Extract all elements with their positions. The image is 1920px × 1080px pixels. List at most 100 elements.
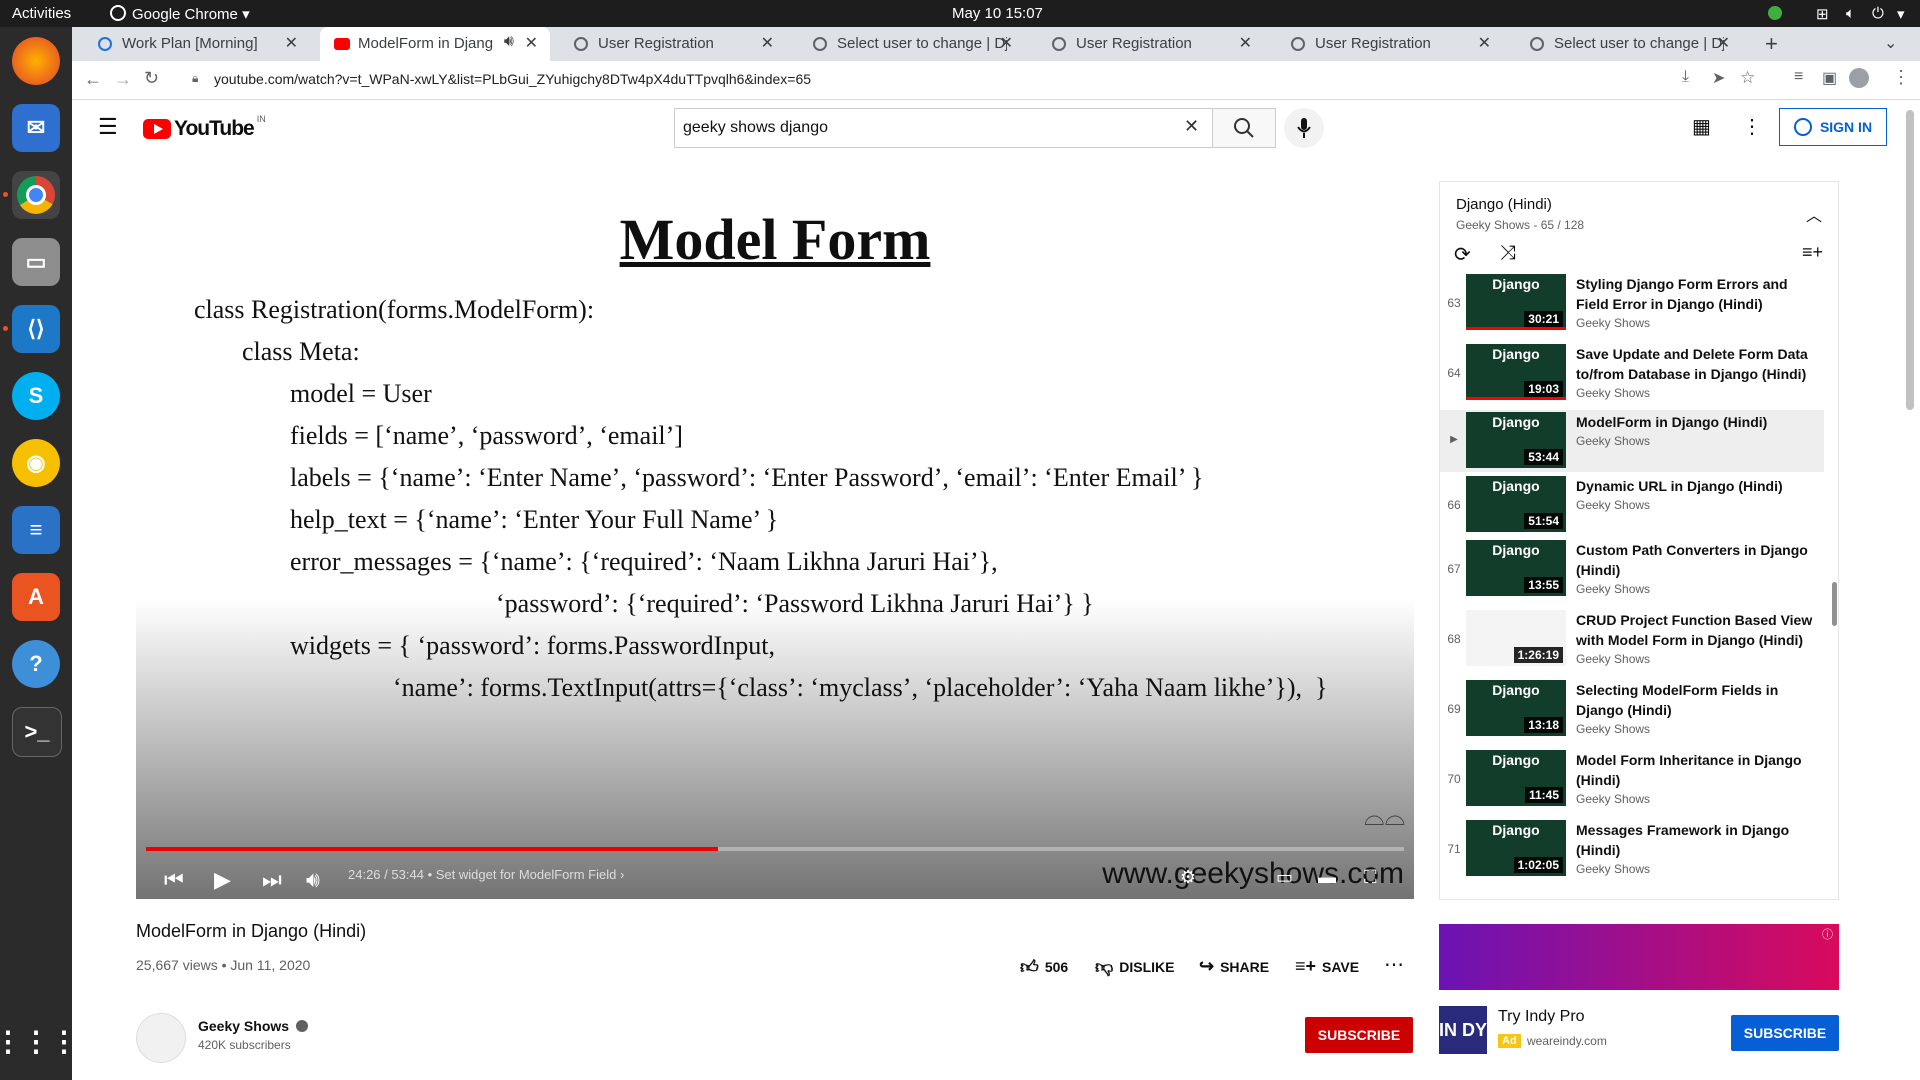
channel-avatar[interactable] [136,1013,186,1063]
video-thumbnail[interactable]: Django 51:54 [1466,476,1566,532]
video-thumbnail[interactable]: Django 19:03 [1466,344,1566,400]
tab-6[interactable]: Select user to change | Dj ✕ [1516,27,1742,61]
close-icon[interactable]: ✕ [1717,33,1730,53]
playlist-item[interactable]: 71 Django 1:02:05 Messages Framework in D… [1440,818,1824,884]
tab-5[interactable]: User Registration ✕ [1277,27,1503,61]
playlist-scrollbar[interactable] [1832,582,1837,626]
skype-icon[interactable]: S [12,372,60,420]
ad-title[interactable]: Try Indy Pro [1498,1008,1585,1026]
playlist-add-icon[interactable]: ≡+ [1802,242,1823,263]
dislike-button[interactable]: 👎︎ DISLIKE [1095,956,1175,978]
item-title[interactable]: Messages Framework in Django (Hindi) [1576,820,1816,860]
tab-0[interactable]: Work Plan [Morning] ✕ [84,27,310,61]
video-thumbnail[interactable]: Django 53:44 [1466,412,1566,468]
terminal-icon[interactable]: >_ [12,707,62,757]
chapter-title[interactable]: Set widget for ModelForm Field [436,867,617,882]
like-button[interactable]: 👍︎ 506 [1020,956,1068,978]
fullscreen-icon[interactable]: ⛶ [1364,867,1377,888]
item-channel[interactable]: Geeky Shows [1576,316,1650,330]
item-channel[interactable]: Geeky Shows [1576,862,1650,876]
previous-icon[interactable]: ⏮ [164,867,184,893]
playlist-title[interactable]: Django (Hindi) [1456,196,1552,213]
item-channel[interactable]: Geeky Shows [1576,582,1650,596]
playlist-item[interactable]: 67 Django 13:55 Custom Path Converters in… [1440,538,1824,604]
playlist-item[interactable]: 69 Django 13:18 Selecting ModelForm Field… [1440,678,1824,744]
page-scrollbar[interactable] [1906,110,1914,410]
channel-watermark-icon[interactable]: ⌓⌓ [1364,801,1405,833]
firefox-icon[interactable] [12,37,60,85]
tab-1[interactable]: ModelForm in Djang 🔊︎ ✕ [320,27,550,61]
item-title[interactable]: Custom Path Converters in Django (Hindi) [1576,540,1816,580]
ad-logo[interactable]: IN DY [1439,1006,1487,1054]
media-controls-icon[interactable]: ≡ [1794,68,1803,86]
ad-banner-image[interactable]: ⓘ [1439,924,1839,990]
item-title[interactable]: Dynamic URL in Django (Hindi) [1576,476,1816,496]
collapse-chevron-icon[interactable]: ︿ [1806,202,1822,226]
reload-icon[interactable]: ↻ [144,68,159,89]
close-icon[interactable]: ✕ [285,33,298,53]
item-title[interactable]: Styling Django Form Errors and Field Err… [1576,274,1816,314]
item-title[interactable]: Save Update and Delete Form Data to/from… [1576,344,1816,384]
new-tab-icon[interactable]: + [1765,31,1778,57]
save-button[interactable]: ≡+ SAVE [1295,956,1359,977]
tab-search-icon[interactable]: ⌄ [1884,33,1897,53]
clear-search-icon[interactable]: ✕ [1184,116,1199,137]
hamburger-menu-icon[interactable]: ☰ [98,114,118,140]
bookmark-star-icon[interactable]: ☆ [1740,68,1755,88]
settings-gear-icon[interactable]: ⚙ [1180,867,1196,888]
playlist-item-current[interactable]: ▶ Django 53:44 ModelForm in Django (Hindi… [1440,410,1824,472]
network-icon[interactable]: ⊞ [1816,5,1829,23]
playlist-item[interactable]: 66 Django 51:54 Dynamic URL in Django (Hi… [1440,474,1824,540]
playlist-item[interactable]: 63 Django 30:21 Styling Django Form Error… [1440,272,1824,338]
tab-2[interactable]: User Registration ✕ [560,27,786,61]
omnibox[interactable]: 🔒︎ youtube.com/watch?v=t_WPaN-xwLY&list=… [176,66,1696,94]
play-icon[interactable]: ▶ [214,867,231,893]
playlist-item[interactable]: 70 Django 11:45 Model Form Inheritance in… [1440,748,1824,814]
sign-in-button[interactable]: SIGN IN [1779,108,1887,146]
video-thumbnail[interactable]: Django 13:55 [1466,540,1566,596]
volume-icon[interactable]: 🔈︎ [1846,5,1855,22]
thunderbird-icon[interactable]: ✉ [12,104,60,152]
lock-icon[interactable]: 🔒︎ [192,71,198,86]
video-thumbnail[interactable]: 1:26:19 [1466,610,1566,666]
more-actions-icon[interactable]: ⋯ [1384,952,1404,977]
subscribe-button[interactable]: SUBSCRIBE [1305,1017,1413,1053]
playlist-item[interactable]: 64 Django 19:03 Save Update and Delete Fo… [1440,342,1824,408]
playlist-item[interactable]: 68 1:26:19 CRUD Project Function Based V… [1440,608,1824,674]
video-thumbnail[interactable]: Django 13:18 [1466,680,1566,736]
voice-search-button[interactable] [1284,108,1324,148]
video-thumbnail[interactable]: Django 30:21 [1466,274,1566,330]
software-center-icon[interactable]: A [12,573,60,621]
send-icon[interactable]: ➤ [1712,68,1725,88]
activities-button[interactable]: Activities [12,5,71,22]
chrome-menu-icon[interactable]: ⋮ [1892,67,1910,88]
item-title[interactable]: CRUD Project Function Based View with Mo… [1576,610,1816,650]
speaker-icon[interactable]: 🔊︎ [504,33,514,51]
channel-name[interactable]: Geeky Shows [198,1018,308,1034]
video-thumbnail[interactable]: Django 11:45 [1466,750,1566,806]
clock[interactable]: May 10 15:07 [952,5,1043,22]
item-title[interactable]: ModelForm in Django (Hindi) [1576,412,1816,432]
item-channel[interactable]: Geeky Shows [1576,792,1650,806]
tab-3[interactable]: Select user to change | Dj ✕ [799,27,1025,61]
profile-avatar[interactable] [1849,68,1869,88]
rhythmbox-icon[interactable]: ◉ [12,439,60,487]
show-apps-icon[interactable]: ⋮⋮⋮ [0,1017,78,1065]
share-button[interactable]: ↪ SHARE [1199,956,1269,977]
ad-subscribe-button[interactable]: SUBSCRIBE [1731,1015,1839,1051]
video-thumbnail[interactable]: Django 1:02:05 [1466,820,1566,876]
files-icon[interactable]: ▭ [12,238,60,286]
chrome-app-menu[interactable]: Google Chrome ▾ [110,5,250,23]
forward-icon[interactable]: → [114,69,132,90]
close-icon[interactable]: ✕ [761,33,774,53]
video-player[interactable]: Model Form class Registration(forms.Mode… [136,181,1414,899]
miniplayer-icon[interactable]: ▭ [1276,867,1293,888]
power-icon[interactable]: ⏻ [1872,5,1884,22]
back-icon[interactable]: ← [84,69,102,90]
item-channel[interactable]: Geeky Shows [1576,386,1650,400]
chevron-down-icon[interactable]: ▾ [1897,5,1905,23]
item-title[interactable]: Model Form Inheritance in Django (Hindi) [1576,750,1816,790]
volume-icon[interactable]: 🔊︎ [306,867,320,893]
item-title[interactable]: Selecting ModelForm Fields in Django (Hi… [1576,680,1816,720]
ad-info-icon[interactable]: ⓘ [1822,926,1833,942]
